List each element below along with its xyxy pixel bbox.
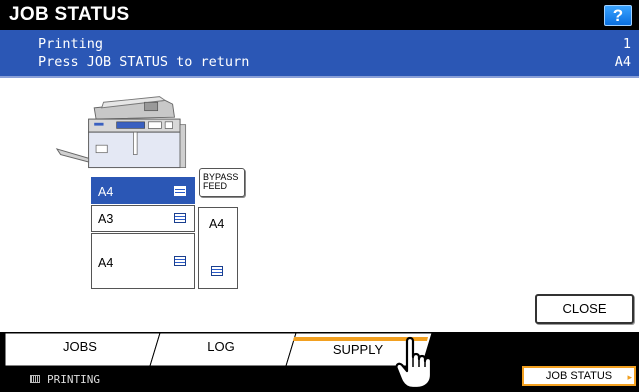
close-button[interactable]: CLOSE	[535, 294, 634, 324]
drawer-1-size: A4	[98, 185, 114, 199]
status-text: PRINTING	[47, 373, 100, 386]
bypass-feed-button[interactable]: BYPASS FEED	[199, 168, 245, 197]
bypass-tray-size: A4	[209, 217, 225, 231]
tab-jobs[interactable]: JOBS	[40, 339, 120, 354]
instruction-message: Press JOB STATUS to return	[38, 54, 250, 70]
message-area: Printing Press JOB STATUS to return 1 A4	[0, 30, 639, 76]
paper-stack-icon	[174, 213, 186, 223]
drawer-1[interactable]: A4	[91, 177, 195, 204]
copy-count: 1	[622, 36, 631, 52]
paper-stack-icon	[174, 256, 186, 266]
help-button[interactable]: ?	[604, 5, 632, 26]
tab-supply[interactable]: SUPPLY	[318, 342, 398, 357]
job-status-button[interactable]: JOB STATUS	[522, 366, 636, 386]
paper-stack-icon	[174, 186, 186, 196]
printer-icon	[30, 375, 40, 383]
paper-size-indicator: A4	[614, 54, 631, 70]
tab-log[interactable]: LOG	[181, 339, 261, 354]
paper-stack-icon	[211, 266, 223, 276]
drawer-2[interactable]: A3	[91, 205, 195, 232]
drawer-3-size: A4	[98, 256, 114, 270]
drawer-3[interactable]: A4	[91, 233, 195, 289]
status-message: Printing	[38, 36, 104, 52]
drawer-2-size: A3	[98, 212, 114, 226]
bypass-tray[interactable]: A4	[198, 207, 238, 289]
page-title: JOB STATUS	[9, 4, 130, 25]
bypass-label-line2: FEED	[203, 181, 228, 191]
hand-pointer-icon	[395, 336, 433, 390]
title-bar: JOB STATUS ?	[0, 0, 639, 30]
